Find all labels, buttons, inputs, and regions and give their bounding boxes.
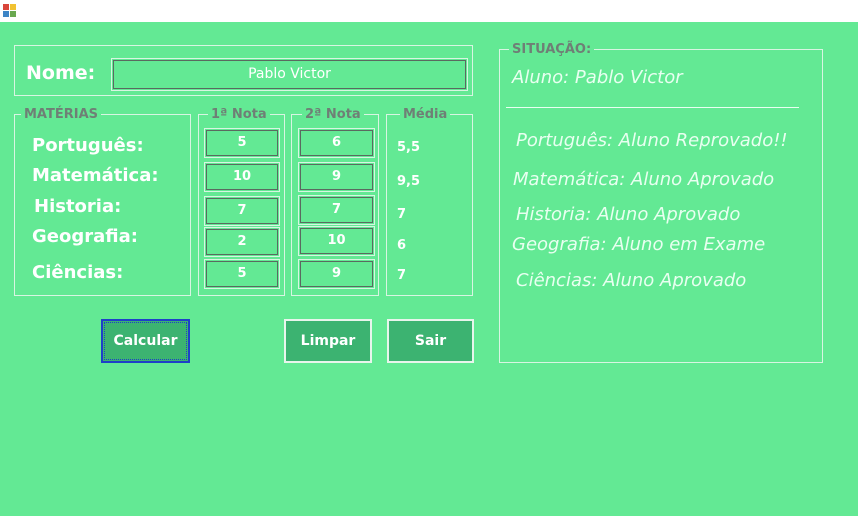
media-value-matematica: 9,5 [397, 174, 421, 189]
nota2-legend: 2ª Nota [302, 108, 364, 122]
subject-label-geografia: Geografia: [32, 226, 138, 247]
nota2-input-matematica[interactable]: 9 [298, 162, 375, 192]
media-legend: Média [400, 108, 451, 122]
subject-label-historia: Historia: [34, 196, 122, 217]
media-value-ciencias: 7 [397, 268, 407, 283]
nome-input[interactable]: Pablo Victor [111, 58, 468, 91]
subject-label-matematica: Matemática: [32, 165, 159, 186]
nome-value: Pablo Victor [248, 66, 331, 82]
situacao-matematica: Matemática: Aluno Aprovado [513, 169, 775, 190]
nota1-input-portugues[interactable]: 5 [204, 128, 280, 158]
situacao-geografia: Geografia: Aluno em Exame [512, 234, 766, 255]
media-value-historia: 7 [397, 207, 407, 222]
situacao-separator [506, 107, 799, 108]
nota2-input-ciencias[interactable]: 9 [298, 259, 375, 289]
situacao-portugues: Português: Aluno Reprovado!! [516, 130, 788, 151]
situacao-aluno: Aluno: Pablo Victor [512, 67, 683, 88]
nota2-input-geografia[interactable]: 10 [298, 226, 375, 256]
limpar-button[interactable]: Limpar [284, 319, 372, 363]
situacao-historia: Historia: Aluno Aprovado [516, 204, 741, 225]
nota2-input-historia[interactable]: 7 [298, 195, 375, 225]
nota1-input-historia[interactable]: 7 [204, 196, 280, 226]
nota1-input-geografia[interactable]: 2 [204, 227, 280, 257]
situacao-ciencias: Ciências: Aluno Aprovado [516, 270, 747, 291]
subject-label-portugues: Português: [32, 135, 144, 156]
media-value-portugues: 5,5 [397, 140, 421, 155]
title-bar [0, 0, 858, 22]
nota1-input-matematica[interactable]: 10 [204, 162, 280, 192]
nota1-input-ciencias[interactable]: 5 [204, 259, 280, 289]
media-value-geografia: 6 [397, 238, 407, 253]
nome-label: Nome: [26, 62, 96, 84]
nota2-input-portugues[interactable]: 6 [298, 128, 375, 158]
materias-legend: MATÉRIAS [21, 108, 102, 122]
nota1-legend: 1ª Nota [208, 108, 270, 122]
calcular-button[interactable]: Calcular [101, 319, 190, 363]
subject-label-ciencias: Ciências: [32, 262, 124, 283]
situacao-legend: SITUAÇÃO: [509, 43, 595, 57]
app-window-icon[interactable] [3, 4, 17, 18]
sair-button[interactable]: Sair [387, 319, 474, 363]
